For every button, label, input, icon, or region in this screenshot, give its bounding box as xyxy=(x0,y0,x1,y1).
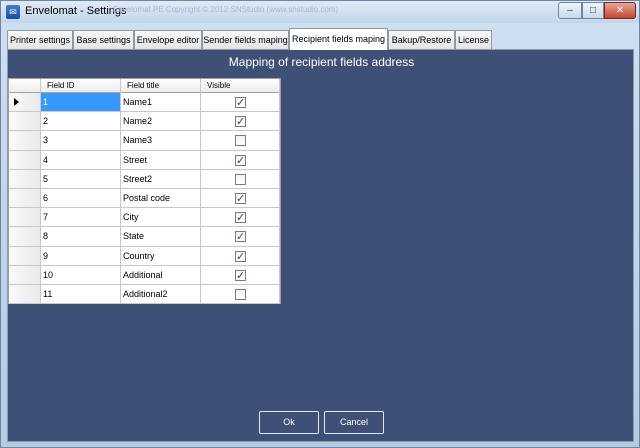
table-row[interactable]: 8 State xyxy=(9,227,280,247)
visible-cell xyxy=(201,285,280,305)
grid-header: Field ID Field title Visible xyxy=(9,79,280,93)
field-title-cell[interactable]: Name3 xyxy=(121,131,201,151)
field-id-cell[interactable]: 7 xyxy=(41,208,121,228)
ok-button[interactable]: Ok xyxy=(259,411,319,434)
row-header[interactable] xyxy=(9,285,41,305)
field-id-cell[interactable]: 10 xyxy=(41,265,121,285)
field-title-cell[interactable]: Postal code xyxy=(121,189,201,209)
table-row[interactable]: 9 Country xyxy=(9,246,280,266)
visible-cell xyxy=(201,246,280,266)
row-header[interactable] xyxy=(9,93,41,113)
field-id-cell[interactable]: 2 xyxy=(41,112,121,132)
row-header[interactable] xyxy=(9,169,41,189)
field-title-cell[interactable]: Street xyxy=(121,150,201,170)
field-id-cell[interactable]: 6 xyxy=(41,189,121,209)
visible-checkbox[interactable] xyxy=(235,135,246,147)
title-bar[interactable]: ✉ Envelomat - Settings Envelomat PE Copy… xyxy=(1,1,639,23)
field-id-cell[interactable]: 5 xyxy=(41,169,121,189)
visible-checkbox[interactable] xyxy=(235,228,246,246)
cancel-button[interactable]: Cancel xyxy=(324,411,384,434)
close-icon: ✕ xyxy=(615,5,625,16)
field-id-cell[interactable]: 8 xyxy=(41,227,121,247)
visible-cell xyxy=(201,265,280,285)
field-title-cell[interactable]: Country xyxy=(121,246,201,266)
row-header[interactable] xyxy=(9,131,41,151)
field-title-cell[interactable]: State xyxy=(121,227,201,247)
current-row-arrow-icon xyxy=(14,98,19,106)
visible-checkbox[interactable] xyxy=(235,289,246,300)
field-title-cell[interactable]: Additional xyxy=(121,265,201,285)
row-header[interactable] xyxy=(9,189,41,209)
field-id-cell[interactable]: 3 xyxy=(41,131,121,151)
panel-heading: Mapping of recipient fields address xyxy=(228,55,415,69)
table-row[interactable]: 11 Additional2 xyxy=(9,285,280,305)
tab-license[interactable]: License xyxy=(455,30,492,49)
visible-checkbox[interactable] xyxy=(235,94,246,112)
table-row[interactable]: 7 City xyxy=(9,208,280,228)
maximize-icon: □ xyxy=(589,5,597,16)
visible-checkbox[interactable] xyxy=(235,173,246,185)
minimize-button[interactable]: – xyxy=(558,2,582,19)
envelope-app-icon: ✉ xyxy=(6,5,20,19)
table-row[interactable]: 1 Name1 xyxy=(9,93,280,113)
field-title-cell[interactable]: Additional2 xyxy=(121,285,201,305)
tab-recipient-fields-maping[interactable]: Recipient fields maping xyxy=(289,28,388,50)
visible-checkbox[interactable] xyxy=(235,152,246,170)
table-row[interactable]: 2 Name2 xyxy=(9,112,280,132)
visible-cell xyxy=(201,150,280,170)
field-id-cell[interactable]: 11 xyxy=(41,285,121,305)
field-id-cell[interactable]: 4 xyxy=(41,150,121,170)
row-header[interactable] xyxy=(9,265,41,285)
table-row[interactable]: 10 Additional xyxy=(9,265,280,285)
visible-cell xyxy=(201,112,280,132)
row-header[interactable] xyxy=(9,227,41,247)
table-row[interactable]: 5 Street2 xyxy=(9,169,280,189)
title-watermark: Envelomat PE Copyright © 2012 SNStudio (… xyxy=(113,5,339,14)
visible-checkbox[interactable] xyxy=(235,113,246,131)
row-header[interactable] xyxy=(9,112,41,132)
field-title-cell[interactable]: Name2 xyxy=(121,112,201,132)
tab-printer-settings[interactable]: Printer settings xyxy=(7,30,73,49)
field-id-cell[interactable]: 9 xyxy=(41,246,121,266)
close-button[interactable]: ✕ xyxy=(604,2,636,19)
tab-bakup-restore[interactable]: Bakup/Restore xyxy=(388,30,455,49)
row-header[interactable] xyxy=(9,208,41,228)
field-title-cell[interactable]: Street2 xyxy=(121,169,201,189)
visible-checkbox[interactable] xyxy=(235,190,246,208)
fields-grid[interactable]: Field ID Field title Visible 1Name12Name… xyxy=(8,78,281,305)
field-id-cell[interactable]: 1 xyxy=(41,93,121,113)
column-header-field-id[interactable]: Field ID xyxy=(41,79,121,93)
row-header[interactable] xyxy=(9,150,41,170)
visible-cell xyxy=(201,169,280,189)
settings-window: ✉ Envelomat - Settings Envelomat PE Copy… xyxy=(0,0,640,448)
window-title: Envelomat - Settings xyxy=(25,5,127,17)
table-row[interactable]: 3 Name3 xyxy=(9,131,280,151)
row-header[interactable] xyxy=(9,246,41,266)
visible-cell xyxy=(201,227,280,247)
visible-cell xyxy=(201,131,280,151)
row-header-corner xyxy=(9,79,41,93)
visible-cell xyxy=(201,208,280,228)
visible-checkbox[interactable] xyxy=(235,209,246,227)
visible-cell xyxy=(201,93,280,113)
tab-sender-fields-maping[interactable]: Sender fields maping xyxy=(202,30,289,49)
visible-checkbox[interactable] xyxy=(235,248,246,266)
column-header-field-title[interactable]: Field title xyxy=(121,79,201,93)
minimize-icon: – xyxy=(567,5,573,16)
column-header-visible[interactable]: Visible xyxy=(201,79,280,93)
visible-checkbox[interactable] xyxy=(235,267,246,285)
maximize-button[interactable]: □ xyxy=(582,2,604,19)
field-title-cell[interactable]: City xyxy=(121,208,201,228)
visible-cell xyxy=(201,189,280,209)
table-row[interactable]: 4 Street xyxy=(9,150,280,170)
table-row[interactable]: 6 Postal code xyxy=(9,189,280,209)
tab-base-settings[interactable]: Base settings xyxy=(73,30,134,49)
recipient-fields-panel: Mapping of recipient fields address Fiel… xyxy=(7,49,634,442)
field-title-cell[interactable]: Name1 xyxy=(121,93,201,113)
tab-envelope-editor[interactable]: Envelope editor xyxy=(134,30,202,49)
